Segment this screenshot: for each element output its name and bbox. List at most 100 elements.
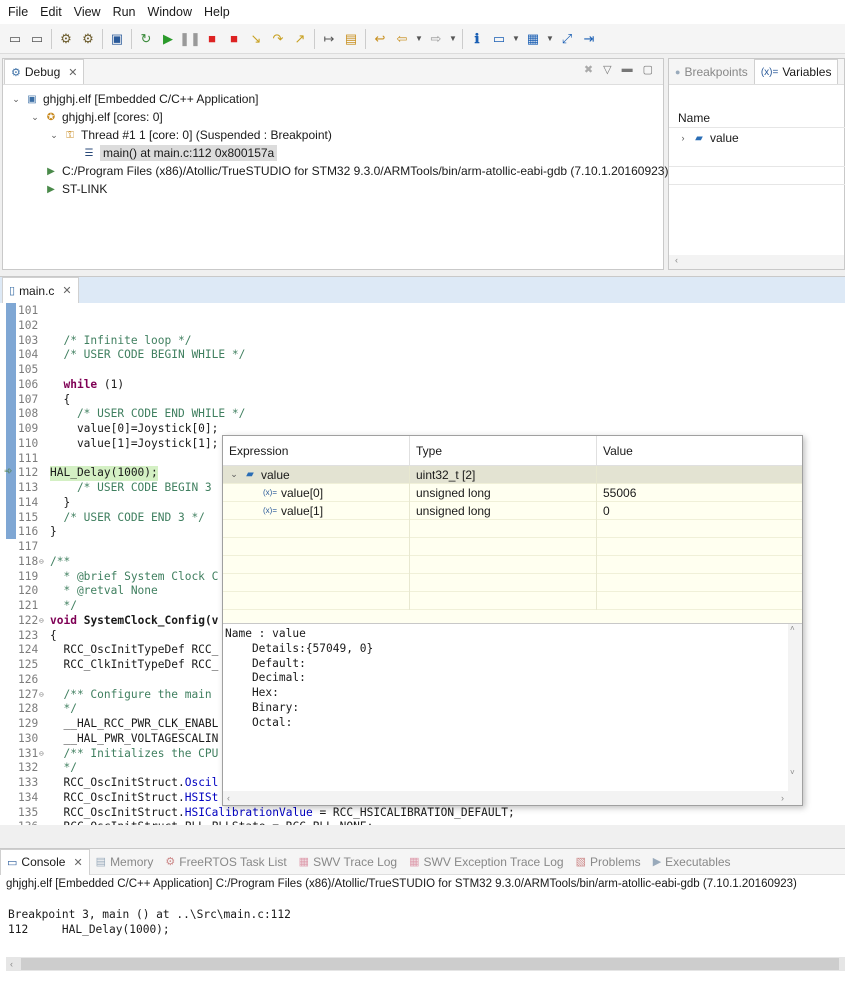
tab-debug[interactable]: ⚙ Debug ✕ — [4, 59, 85, 84]
type-cell — [410, 591, 597, 610]
maximize-icon[interactable]: ⤢ — [556, 28, 578, 50]
chevron-right-icon[interactable]: › — [678, 133, 688, 143]
code-token: SystemClock_Config(v — [83, 613, 219, 627]
column-expression[interactable]: Expression — [223, 435, 410, 466]
variables-icon: (x)= — [760, 66, 779, 78]
details-vscrollbar[interactable]: ˄ ˅ — [788, 624, 802, 791]
terminate-icon[interactable]: ■ — [201, 28, 223, 50]
menu-window[interactable]: Window — [144, 5, 200, 19]
value-cell: 0 — [603, 503, 610, 518]
debug-icon: ⚙ — [11, 66, 21, 79]
main-toolbar: ▭ ▭ ⚙ ⚙ ▣ ↻ ▶ ❚❚ ■ ■ ↘ ↷ ↗ ↦ ▤ ↩ ⇦ ▼ ⇨ ▼… — [0, 24, 845, 54]
code-token: /* USER CODE END 3 */ — [50, 510, 205, 524]
code-text: /* USER CODE BEGIN 3 — [50, 481, 212, 496]
debug-tree-item[interactable]: ⌄ ✪ ghjghj.elf [cores: 0] — [30, 108, 163, 126]
suspend-icon[interactable]: ❚❚ — [179, 28, 201, 50]
save-all-icon[interactable]: ▭ — [26, 28, 48, 50]
debug-tree-item[interactable]: ⌄ ⚿ Thread #1 1 [core: 0] (Suspended : Bre… — [49, 126, 332, 144]
menu-run[interactable]: Run — [109, 5, 144, 19]
column-value[interactable]: Value — [597, 436, 802, 466]
tab-breakpoints[interactable]: ● Breakpoints — [669, 59, 754, 84]
resume-icon[interactable]: ▶ — [157, 28, 179, 50]
tab-freertos-task-list[interactable]: ⚙ FreeRTOS Task List — [159, 849, 292, 875]
tab-variables[interactable]: (x)= Variables — [753, 59, 839, 84]
maximize-icon[interactable]: ▢ — [643, 63, 653, 76]
tab-memory[interactable]: ▤ Memory — [90, 849, 160, 875]
chevron-down-icon[interactable]: ▼ — [447, 28, 459, 50]
chevron-down-icon[interactable]: ⌄ — [11, 94, 21, 105]
debug-tree-item-label: C:/Program Files (x86)/Atollic/TrueSTUDI… — [62, 164, 669, 178]
code-token: value[0]=Joystick[0]; — [50, 422, 219, 435]
code-token: Oscil — [184, 776, 219, 789]
code-text: while (1) — [50, 378, 124, 393]
variables-hscrollbar[interactable]: ‹ — [669, 255, 844, 269]
scroll-thumb[interactable] — [21, 958, 839, 970]
debug-tree-item[interactable]: ☰ main() at main.c:112 0x800157a — [68, 144, 278, 162]
close-icon[interactable]: ✕ — [62, 284, 71, 297]
console-hscrollbar[interactable]: ‹ — [6, 957, 845, 971]
build-icon[interactable]: ⚙ — [55, 28, 77, 50]
instruction-stepping-icon[interactable]: ↦ — [318, 28, 340, 50]
step-over-icon[interactable]: ↷ — [267, 28, 289, 50]
remove-terminated-icon[interactable]: ✖ — [584, 63, 593, 76]
tab-console[interactable]: ▭ Console ✕ — [0, 848, 90, 875]
forward-icon[interactable]: ⇨ — [425, 28, 447, 50]
menu-file[interactable]: File — [4, 5, 36, 19]
expression-cell — [223, 555, 410, 574]
skip-breakpoints-icon[interactable]: ↻ — [135, 28, 157, 50]
debug-build-icon[interactable]: ⚙ — [77, 28, 99, 50]
exit-icon[interactable]: ⇥ — [578, 28, 600, 50]
tab-swv-trace-log[interactable]: ▦ SWV Trace Log — [293, 849, 403, 875]
open-perspective-icon[interactable]: ▤ — [340, 28, 362, 50]
fold-icon[interactable]: ⊖ — [39, 555, 44, 570]
terminate-relaunch-icon[interactable]: ■ — [223, 28, 245, 50]
chevron-down-icon[interactable]: ▼ — [544, 28, 556, 50]
chevron-down-icon[interactable]: ▼ — [510, 28, 522, 50]
toolbar-separator — [51, 28, 52, 49]
fold-icon[interactable]: ⊖ — [39, 747, 44, 762]
menu-view[interactable]: View — [70, 5, 109, 19]
expression-row[interactable]: (x)= value[1] unsigned long 0 — [223, 501, 802, 520]
debug-tree-item[interactable]: ⌄ ▣ ghjghj.elf [Embedded C/C++ Application… — [11, 90, 258, 108]
last-edit-icon[interactable]: ↩ — [369, 28, 391, 50]
variables-icon: (x)= — [263, 488, 277, 497]
layout-icon[interactable]: ▦ — [522, 28, 544, 50]
chevron-up-icon[interactable]: ˄ — [790, 624, 795, 633]
expression-row[interactable]: (x)= value[0] unsigned long 55006 — [223, 483, 802, 502]
variable-icon: ▰ — [695, 132, 703, 144]
minimize-icon[interactable]: ▬ — [622, 63, 633, 76]
debug-tree-item[interactable]: ▶ ST-LINK — [30, 180, 107, 198]
chevron-left-icon[interactable]: ‹ — [6, 959, 13, 969]
chevron-down-icon[interactable]: ⌄ — [49, 130, 59, 141]
tab-main-c[interactable]: ▯ main.c ✕ — [2, 277, 79, 303]
back-icon[interactable]: ⇦ — [391, 28, 413, 50]
expression-row[interactable]: ⌄ ▰ value uint32_t [2] — [223, 465, 802, 484]
step-return-icon[interactable]: ↗ — [289, 28, 311, 50]
save-icon[interactable]: ▭ — [4, 28, 26, 50]
info-icon[interactable]: ℹ — [466, 28, 488, 50]
close-icon[interactable]: ✕ — [73, 856, 82, 869]
chevron-down-icon[interactable]: ▼ — [413, 28, 425, 50]
close-icon[interactable]: ✕ — [68, 66, 77, 79]
tab-problems[interactable]: ▧ Problems — [570, 849, 647, 875]
expression-hover-popup[interactable]: Expression Type Value ⌄ ▰ value uint32_t [2… — [222, 435, 803, 806]
details-hscrollbar[interactable]: ‹ › — [223, 791, 802, 805]
chevron-down-icon[interactable]: ⌄ — [229, 469, 239, 480]
terminal-icon[interactable]: ▣ — [106, 28, 128, 50]
menu-edit[interactable]: Edit — [36, 5, 70, 19]
chevron-right-icon[interactable]: › — [781, 793, 784, 803]
step-into-icon[interactable]: ↘ — [245, 28, 267, 50]
tab-executables[interactable]: ▶ Executables — [647, 849, 737, 875]
debug-tree-item[interactable]: ▶ C:/Program Files (x86)/Atollic/TrueSTUD… — [30, 162, 668, 180]
variable-row-value[interactable]: › ▰ value — [678, 131, 739, 145]
menu-help[interactable]: Help — [200, 5, 238, 19]
view-menu-icon[interactable]: ▽ — [603, 63, 611, 76]
window-icon[interactable]: ▭ — [488, 28, 510, 50]
tab-swv-exception-trace-log[interactable]: ▦ SWV Exception Trace Log — [403, 849, 569, 875]
chevron-down-icon[interactable]: ⌄ — [30, 112, 40, 123]
column-type[interactable]: Type — [410, 435, 597, 466]
fold-icon[interactable]: ⊖ — [39, 688, 44, 703]
chevron-down-icon[interactable]: ˅ — [790, 768, 795, 777]
chevron-left-icon[interactable]: ‹ — [227, 793, 230, 803]
fold-icon[interactable]: ⊖ — [39, 614, 44, 629]
